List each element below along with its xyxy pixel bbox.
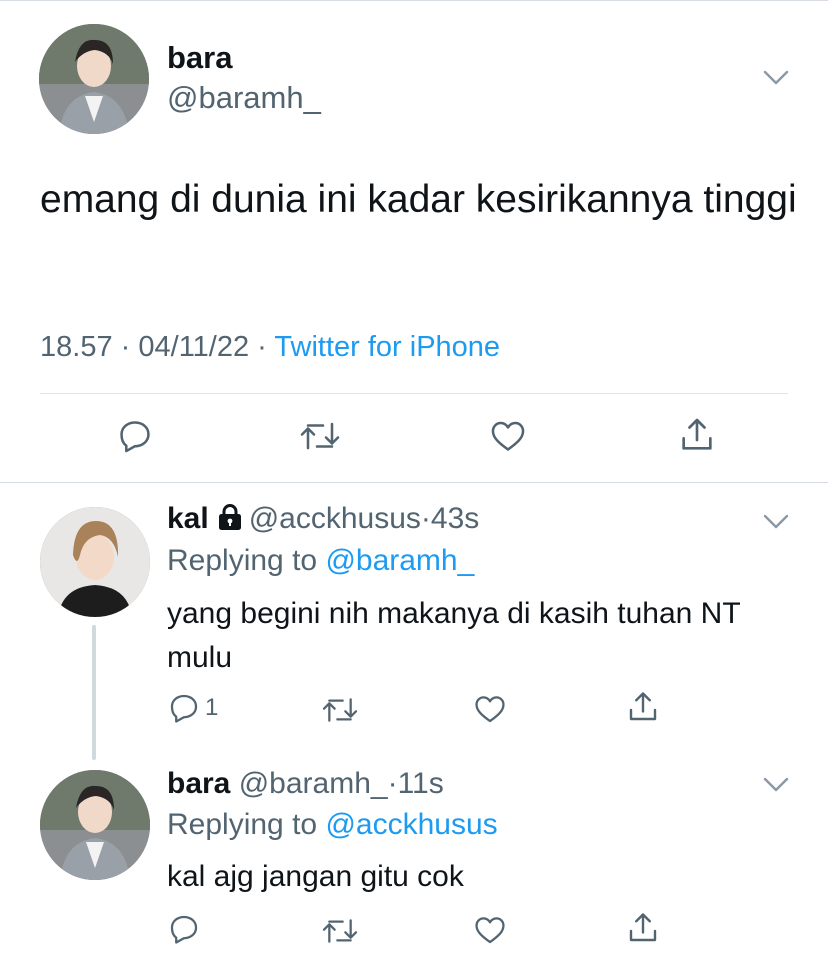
user-handle[interactable]: @baramh_: [167, 80, 321, 116]
mention-link[interactable]: @baramh_: [325, 544, 474, 577]
reply-icon: [170, 915, 198, 944]
avatar[interactable]: [39, 24, 149, 134]
user-handle[interactable]: @acckhusus: [249, 502, 421, 535]
retweet-button[interactable]: [320, 915, 360, 947]
main-tweet: bara @baramh_ emang di dunia ini kadar k…: [0, 0, 828, 482]
share-icon: [629, 692, 657, 721]
tweet-time: 18.57: [40, 331, 113, 363]
meta-separator: ·: [120, 331, 131, 363]
section-divider: [0, 482, 828, 483]
thread-line: [92, 625, 96, 760]
reply-icon: [170, 694, 198, 723]
share-button[interactable]: [625, 910, 661, 946]
like-icon: [475, 917, 505, 944]
lock-icon: [218, 504, 241, 530]
avatar-image: [40, 507, 150, 617]
tweet-text: emang di dunia ini kadar kesirikannya ti…: [40, 178, 797, 221]
tweet-date: 04/11/22: [138, 331, 250, 363]
tweet-actions: [0, 413, 828, 459]
display-name[interactable]: bara: [167, 40, 232, 76]
divider: [40, 393, 788, 394]
tweet-meta: 18.57 · 04/11/22 · Twitter for iPhone: [40, 331, 500, 364]
replying-to: Replying to @baramh_: [167, 544, 474, 578]
share-icon: [682, 418, 712, 450]
retweet-icon: [300, 422, 340, 450]
mention-link[interactable]: @acckhusus: [325, 808, 497, 841]
reply-button[interactable]: [116, 417, 154, 455]
reply-header: bara @baramh_·11s: [167, 767, 444, 801]
retweet-button[interactable]: [320, 694, 360, 726]
retweet-button[interactable]: [298, 418, 342, 454]
reply-icon: [120, 421, 150, 453]
tweet-text: yang begini nih makanya di kasih tuhan N…: [167, 597, 741, 674]
chevron-down-icon[interactable]: [763, 70, 789, 86]
reply-header: kal @acckhusus·43s: [167, 502, 479, 536]
like-icon: [475, 696, 505, 723]
meta-separator: ·: [257, 331, 267, 363]
share-icon: [629, 913, 657, 942]
chevron-down-icon[interactable]: [763, 514, 789, 530]
like-button[interactable]: [472, 913, 508, 947]
avatar-image: [40, 770, 150, 880]
tweet-source-link[interactable]: Twitter for iPhone: [274, 331, 500, 363]
tweet-age: 11s: [397, 767, 444, 800]
like-button[interactable]: [472, 692, 508, 726]
avatar[interactable]: [40, 507, 150, 617]
retweet-icon: [322, 698, 358, 722]
share-button[interactable]: [677, 415, 717, 455]
meta-separator: ·: [387, 767, 398, 800]
share-button[interactable]: [625, 689, 661, 725]
avatar[interactable]: [40, 770, 150, 880]
tweet-age: 43s: [430, 502, 480, 535]
replying-to: Replying to @acckhusus: [167, 808, 498, 842]
like-icon: [491, 421, 525, 451]
replying-prefix: Replying to: [167, 544, 326, 577]
user-handle[interactable]: @baramh_: [239, 767, 388, 800]
replying-prefix: Replying to: [167, 808, 326, 841]
reply-count: 1: [205, 694, 219, 721]
display-name[interactable]: bara: [167, 767, 230, 800]
chevron-down-icon[interactable]: [763, 777, 789, 793]
meta-separator: ·: [420, 502, 431, 535]
tweet-text: kal ajg jangan gitu cok: [167, 860, 464, 893]
reply-button[interactable]: [167, 912, 205, 946]
retweet-icon: [322, 919, 358, 943]
avatar-image: [39, 24, 149, 134]
display-name[interactable]: kal: [167, 502, 209, 535]
reply-button[interactable]: 1: [167, 691, 218, 725]
like-button[interactable]: [488, 417, 528, 455]
